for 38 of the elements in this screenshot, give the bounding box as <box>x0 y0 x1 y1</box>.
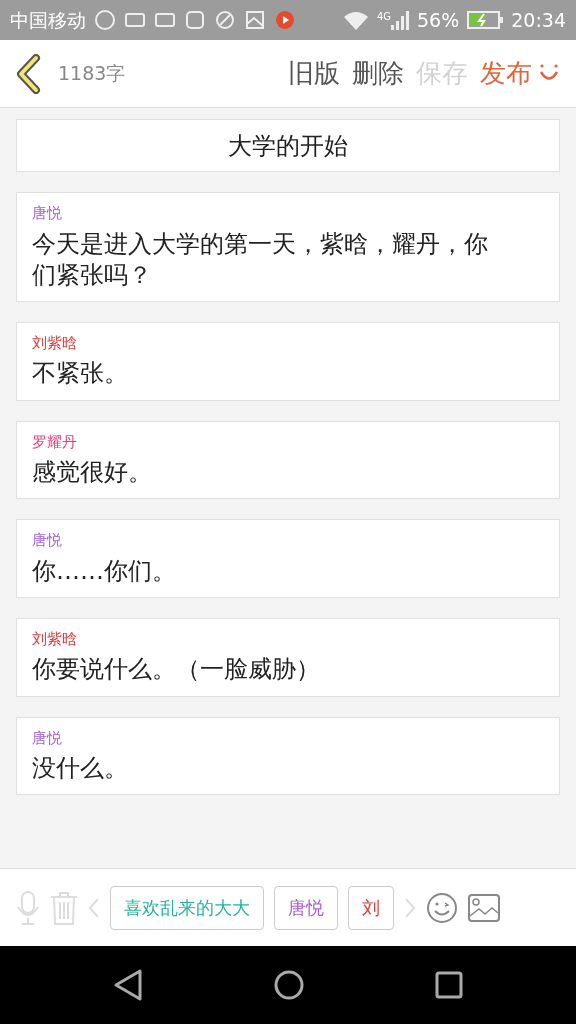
speaker-name: 唐悦 <box>32 727 63 749</box>
notification-icon <box>244 9 266 31</box>
notification-icon <box>94 9 116 31</box>
message-text: 你要说什么。（一脸威胁） <box>32 654 321 686</box>
wifi-icon <box>342 10 369 30</box>
back-icon[interactable] <box>16 53 42 94</box>
message-text: 没什么。 <box>32 753 129 785</box>
recents-nav-icon[interactable] <box>434 971 463 999</box>
role-chip[interactable]: 刘 <box>348 885 394 930</box>
speaker-name: 唐悦 <box>32 203 63 224</box>
emoji-icon[interactable] <box>426 891 458 924</box>
notification-icon <box>214 9 236 31</box>
header-action-button[interactable]: 发布 <box>474 54 538 93</box>
notification-icon <box>274 9 296 31</box>
network-type: 4G <box>376 10 391 24</box>
back-nav-icon[interactable] <box>113 969 144 1001</box>
battery-icon <box>467 10 504 30</box>
clock-time: 20:34 <box>511 7 566 33</box>
carrier-name: 中国移动 <box>10 7 86 33</box>
battery-percent: 56% <box>417 7 460 33</box>
message-text: 不紧张。 <box>32 358 129 390</box>
message-text: 感觉很好。 <box>32 457 153 489</box>
header-action-button[interactable]: 删除 <box>346 54 410 93</box>
speaker-name: 刘紫晗 <box>32 332 78 354</box>
story-title: 大学的开始 <box>16 119 560 172</box>
role-chip[interactable]: 唐悦 <box>274 885 338 930</box>
header-action-button[interactable]: 旧版 <box>282 54 346 93</box>
speaker-name: 唐悦 <box>32 530 63 552</box>
word-count: 1183字 <box>58 61 126 87</box>
speaker-name: 刘紫晗 <box>32 628 78 650</box>
role-chip[interactable]: 喜欢乱来的大大 <box>110 885 264 930</box>
home-nav-icon[interactable] <box>274 970 304 1000</box>
message-text: 你……你们。 <box>32 555 177 587</box>
message-text: 今天是进入大学的第一天，紫晗，耀丹，你们紧张吗？ <box>32 228 489 291</box>
speaker-name: 罗耀丹 <box>32 431 78 453</box>
signal-icon <box>391 9 409 31</box>
image-icon[interactable] <box>468 893 500 922</box>
notification-icon <box>184 9 206 31</box>
